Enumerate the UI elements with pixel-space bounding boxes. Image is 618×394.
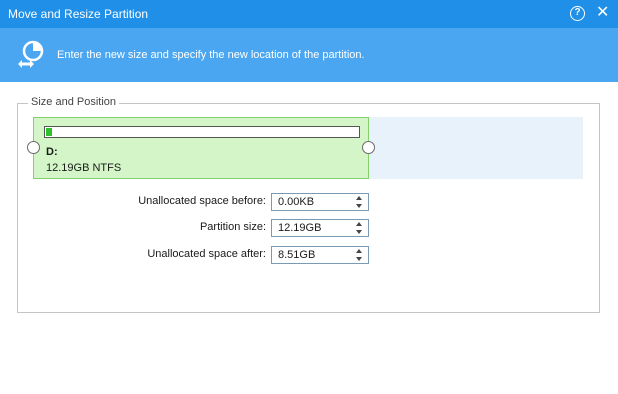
- spin-down-icon[interactable]: [356, 230, 362, 234]
- title-bar: Move and Resize Partition ? ✕: [0, 0, 618, 28]
- spin-up-icon[interactable]: [356, 249, 362, 253]
- right-resize-handle[interactable]: [362, 141, 375, 154]
- spin-arrows[interactable]: [356, 221, 364, 235]
- field-label: Partition size:: [199, 221, 266, 233]
- spin-arrows[interactable]: [356, 195, 364, 209]
- help-icon[interactable]: ?: [570, 6, 585, 21]
- group-legend: Size and Position: [28, 96, 119, 108]
- field-label: Unallocated space after:: [147, 248, 266, 260]
- window-title: Move and Resize Partition: [8, 7, 149, 21]
- spinbox-value: 12.19GB: [278, 222, 322, 234]
- spin-arrows[interactable]: [356, 248, 364, 262]
- partition-block[interactable]: D: 12.19GB NTFS: [33, 117, 369, 179]
- spinbox-value: 0.00KB: [278, 196, 315, 208]
- usage-bar-fill: [46, 128, 52, 136]
- field-label: Unallocated space before:: [138, 195, 266, 207]
- unallocated-before-spinbox[interactable]: 0.00KB: [271, 193, 369, 211]
- spinbox-value: 8.51GB: [278, 249, 316, 261]
- spin-down-icon[interactable]: [356, 204, 362, 208]
- field-unallocated-before: Unallocated space before: 0.00KB: [0, 193, 618, 211]
- close-icon[interactable]: ✕: [596, 4, 609, 22]
- spin-up-icon[interactable]: [356, 196, 362, 200]
- partition-size-spinbox[interactable]: 12.19GB: [271, 219, 369, 237]
- info-banner: Enter the new size and specify the new l…: [0, 28, 618, 82]
- banner-message: Enter the new size and specify the new l…: [57, 49, 365, 61]
- field-partition-size: Partition size: 12.19GB: [0, 219, 618, 237]
- spin-down-icon[interactable]: [356, 257, 362, 261]
- field-unallocated-after: Unallocated space after: 8.51GB: [0, 246, 618, 264]
- unallocated-after-spinbox[interactable]: 8.51GB: [271, 246, 369, 264]
- usage-bar: [44, 126, 360, 138]
- partition-name: D:: [46, 146, 58, 158]
- partition-info: 12.19GB NTFS: [46, 162, 122, 174]
- partition-move-logo-icon: [18, 40, 44, 68]
- spin-up-icon[interactable]: [356, 222, 362, 226]
- left-resize-handle[interactable]: [27, 141, 40, 154]
